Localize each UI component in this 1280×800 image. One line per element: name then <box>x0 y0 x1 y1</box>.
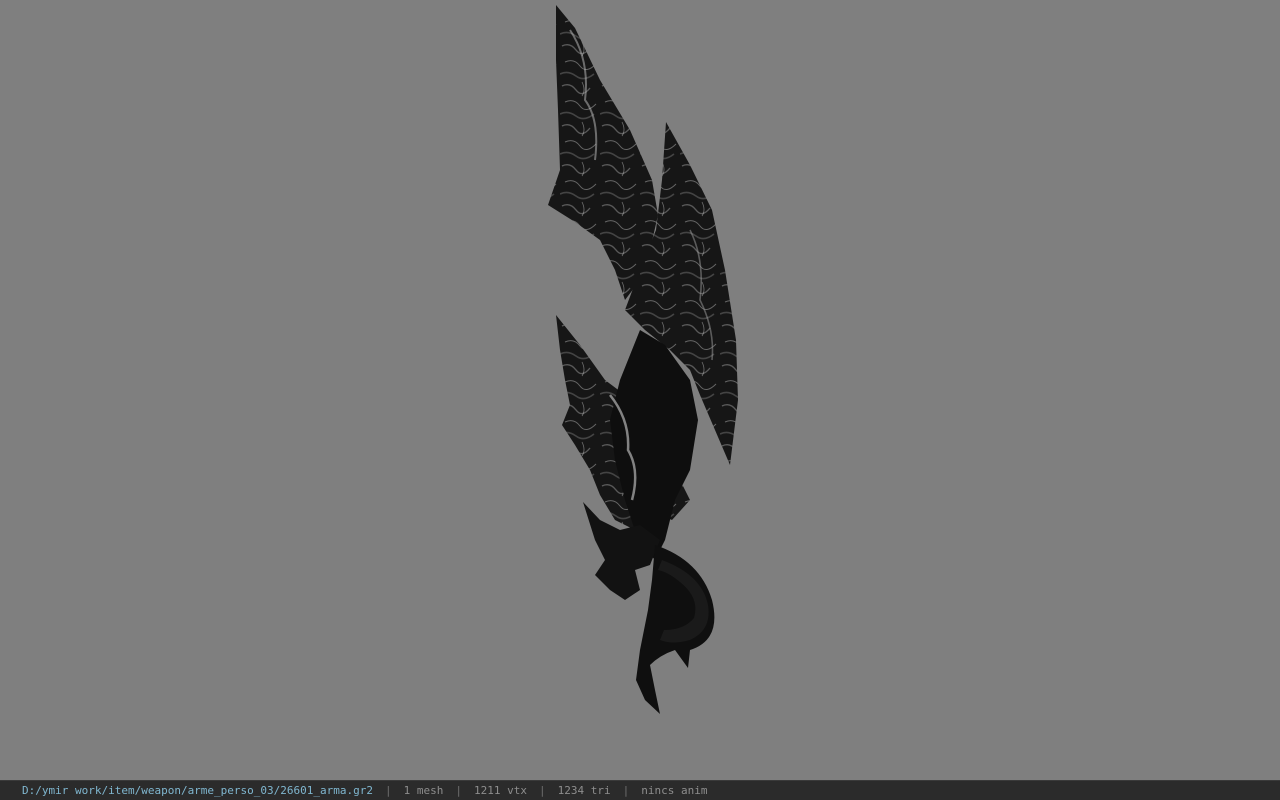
sword-model-render[interactable] <box>0 0 1280 780</box>
animation-status: nincs anim <box>641 784 708 797</box>
status-bar: D:/ymir work/item/weapon/arme_perso_03/2… <box>0 780 1280 800</box>
vertex-count: 1211 vtx <box>474 784 527 797</box>
triangle-count: 1234 tri <box>557 784 611 797</box>
3d-viewport[interactable] <box>0 0 1280 780</box>
separator: | <box>538 784 546 797</box>
separator: | <box>455 784 462 797</box>
separator: | <box>385 784 392 797</box>
blade-left-upper <box>548 5 658 300</box>
separator: | <box>622 784 630 797</box>
file-path: D:/ymir work/item/weapon/arme_perso_03/2… <box>22 784 373 797</box>
mesh-count: 1 mesh <box>403 784 444 797</box>
